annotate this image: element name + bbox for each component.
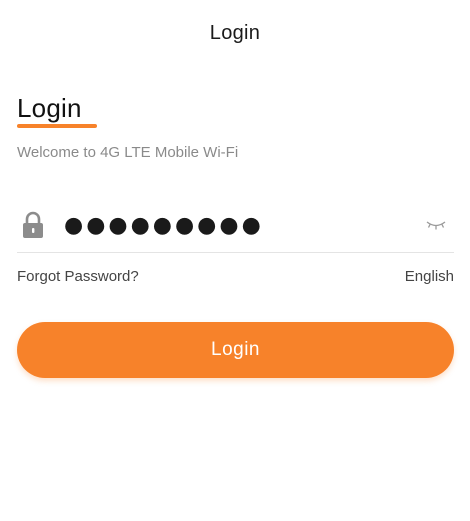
top-bar: Login — [0, 0, 470, 68]
input-divider — [17, 252, 454, 253]
login-button[interactable]: Login — [17, 322, 454, 378]
top-bar-title: Login — [209, 21, 261, 44]
forgot-password-link[interactable]: Forgot Password? — [17, 268, 139, 285]
lock-icon — [23, 211, 43, 238]
title-underline — [17, 124, 97, 128]
login-screen: Login Login Welcome to 4G LTE Mobile Wi-… — [0, 0, 470, 521]
welcome-subtitle: Welcome to 4G LTE Mobile Wi-Fi — [17, 144, 239, 161]
eye-closed-icon[interactable] — [426, 219, 446, 231]
page-title: Login — [17, 93, 82, 123]
language-selector[interactable]: English — [405, 268, 454, 285]
password-input[interactable] — [64, 210, 426, 240]
password-field[interactable] — [17, 200, 454, 250]
page-heading: Login — [17, 94, 97, 128]
